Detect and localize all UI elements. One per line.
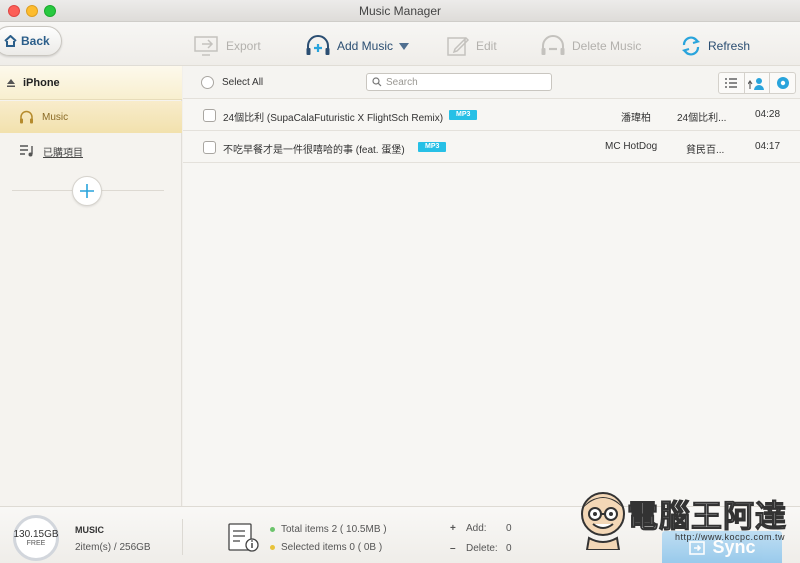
search-input[interactable]: [386, 76, 546, 88]
add-count-stat: + Add: 0: [450, 523, 512, 534]
select-all-label: Select All: [222, 77, 264, 88]
track-album: 貧民百...: [686, 145, 725, 156]
playlist-icon: [20, 145, 33, 157]
sidebar: iPhone Music 已購項目: [0, 66, 182, 506]
storage-ring: 130.15GB FREE: [13, 515, 59, 561]
delete-music-icon: [541, 35, 565, 55]
export-icon: [194, 36, 218, 56]
row-checkbox[interactable]: [203, 109, 216, 122]
category-usage: 2item(s) / 256GB: [75, 542, 151, 553]
edit-icon: [447, 36, 470, 56]
total-items-text: Total items 2 ( 10.5MB ): [281, 524, 387, 535]
sidebar-item-purchased[interactable]: 已購項目: [0, 135, 182, 167]
plus-icon: [80, 184, 94, 198]
artist-view-icon: [748, 78, 764, 90]
category-name: MUSIC: [75, 525, 104, 535]
album-view-button[interactable]: [770, 73, 795, 93]
sync-button[interactable]: Sync: [662, 531, 782, 563]
list-header: Select All: [183, 66, 800, 99]
plus-sign-icon: +: [450, 523, 456, 534]
row-checkbox[interactable]: [203, 141, 216, 154]
export-label: Export: [226, 39, 261, 53]
add-music-icon: [306, 35, 330, 55]
table-row[interactable]: 不吃早餐才是一件很嘻哈的事 (feat. 蛋堡) MP3 MC HotDog 貧…: [183, 131, 800, 163]
selected-items-text: Selected items 0 ( 0B ): [281, 542, 383, 553]
delete-music-label: Delete Music: [572, 39, 642, 53]
track-title: 24個比利 (SupaCalaFuturistic X FlightSch Re…: [223, 113, 444, 124]
device-name: iPhone: [23, 76, 60, 89]
add-count: 0: [506, 523, 512, 534]
refresh-icon: [681, 36, 701, 56]
add-music-label: Add Music: [337, 39, 394, 53]
total-items-stat: Total items 2 ( 10.5MB ): [270, 524, 387, 535]
device-row[interactable]: iPhone: [0, 66, 182, 100]
music-list-panel: Select All 24個比利 (SupaCalaFuturistic X F…: [183, 66, 800, 506]
delete-count: 0: [506, 543, 512, 554]
sidebar-item-label: Music: [42, 111, 69, 123]
track-artist: 潘瑋柏: [621, 113, 651, 124]
format-badge: MP3: [418, 142, 447, 152]
refresh-label: Refresh: [708, 39, 751, 53]
item-info-icon: [228, 523, 259, 552]
headphones-icon: [20, 110, 33, 124]
delete-count-stat: – Delete: 0: [450, 543, 512, 554]
eject-icon[interactable]: [6, 78, 16, 88]
status-bar: 130.15GB FREE MUSIC 2item(s) / 256GB Tot…: [0, 506, 800, 563]
track-duration: 04:17: [755, 141, 781, 152]
view-toggle-group: [718, 72, 796, 94]
artist-view-button[interactable]: [745, 73, 771, 93]
edit-button[interactable]: Edit: [446, 34, 497, 58]
format-badge: MP3: [449, 110, 478, 120]
add-label: Add:: [466, 523, 487, 534]
selected-items-stat: Selected items 0 ( 0B ): [270, 542, 382, 553]
refresh-button[interactable]: Refresh: [680, 34, 750, 58]
total-items-dot: [270, 527, 275, 532]
list-view-icon: [725, 78, 738, 88]
track-duration: 04:28: [755, 109, 781, 120]
home-icon: [4, 35, 17, 47]
track-artist: MC HotDog: [605, 141, 658, 152]
add-playlist-button[interactable]: [72, 176, 102, 206]
window-title: Music Manager: [358, 4, 442, 18]
status-divider: [182, 519, 183, 555]
back-label: Back: [21, 34, 50, 48]
search-box[interactable]: [366, 73, 552, 91]
album-view-icon: [776, 77, 789, 89]
search-icon: [372, 77, 382, 87]
list-view-button[interactable]: [719, 73, 745, 93]
back-button[interactable]: Back: [0, 26, 62, 56]
track-album: 24個比利...: [677, 113, 727, 124]
sidebar-item-music[interactable]: Music: [0, 101, 182, 133]
add-music-dropdown-icon[interactable]: [399, 43, 409, 50]
add-music-button[interactable]: Add Music: [305, 34, 393, 58]
sidebar-item-label: 已購項目: [43, 147, 83, 159]
delete-music-button[interactable]: Delete Music: [540, 34, 641, 58]
delete-label: Delete:: [466, 543, 498, 554]
sync-label: Sync: [712, 537, 756, 557]
table-row[interactable]: 24個比利 (SupaCalaFuturistic X FlightSch Re…: [183, 99, 800, 131]
selected-items-dot: [270, 545, 275, 550]
edit-label: Edit: [476, 39, 497, 53]
free-space-label: FREE: [26, 540, 46, 547]
toolbar: Back Export Add Music Edit Delete Music …: [0, 22, 800, 66]
title-bar: Music Manager: [0, 0, 800, 22]
sync-icon: [689, 540, 706, 555]
export-button[interactable]: Export: [194, 34, 261, 58]
select-all-checkbox[interactable]: [201, 76, 214, 89]
free-space-value: 130.15GB: [13, 529, 59, 540]
minus-sign-icon: –: [450, 543, 456, 554]
track-title: 不吃早餐才是一件很嘻哈的事 (feat. 蛋堡): [223, 145, 405, 156]
